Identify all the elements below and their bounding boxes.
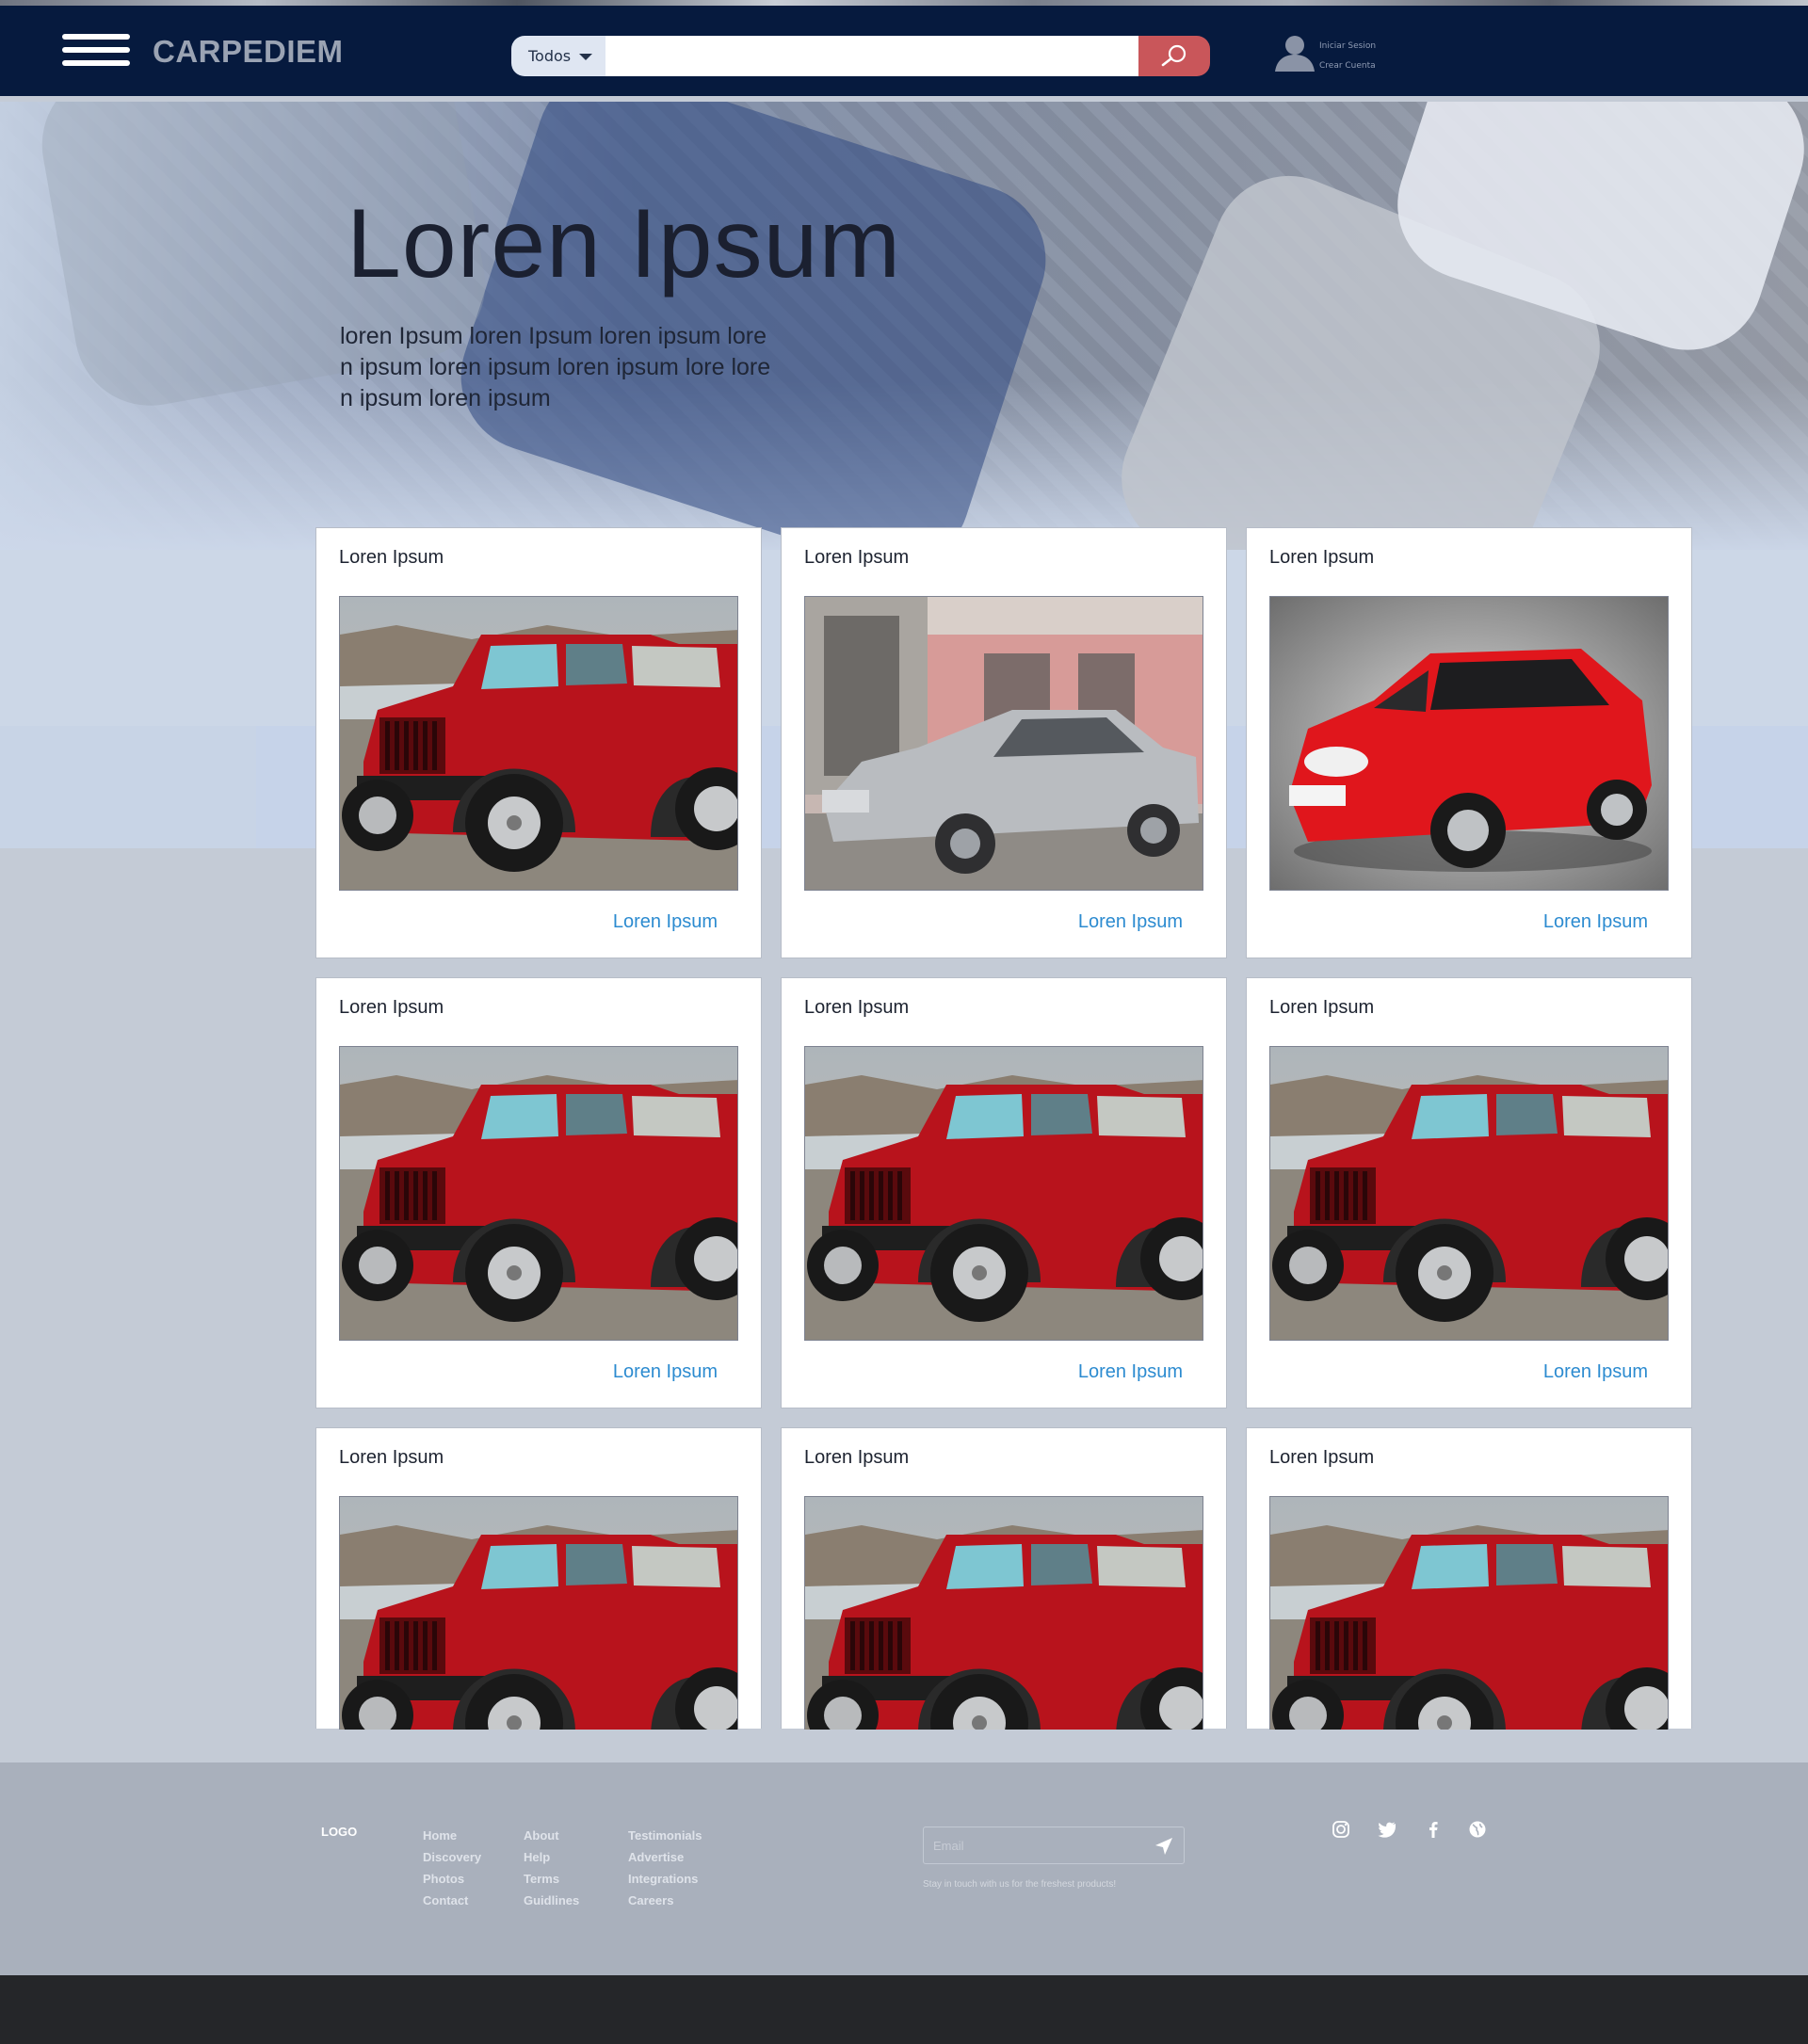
footer-link-contact[interactable]: Contact (423, 1890, 481, 1911)
footer-link-advertise[interactable]: Advertise (628, 1846, 702, 1868)
car-card[interactable]: Loren Ipsum (1246, 1427, 1692, 1730)
car-image-red-jeep[interactable] (339, 1046, 738, 1341)
footer-logo[interactable]: LOGO (321, 1825, 357, 1839)
car-card[interactable]: Loren Ipsum (315, 1427, 762, 1730)
hero-title: Loren Ipsum (347, 189, 902, 298)
footer-link-careers[interactable]: Careers (628, 1890, 702, 1911)
account-links: Iniciar Sesion Crear Cuenta (1319, 37, 1376, 76)
card-title: Loren Ipsum (1269, 547, 1375, 568)
car-image-red-jeep[interactable] (804, 1046, 1203, 1341)
car-card[interactable]: Loren Ipsum Loren Ipsum (1246, 527, 1692, 958)
footer-column-1: Home Discovery Photos Contact (423, 1825, 481, 1911)
search-input[interactable] (605, 36, 1138, 76)
send-icon[interactable] (1154, 1836, 1174, 1857)
footer-link-home[interactable]: Home (423, 1825, 481, 1846)
search-category-label: Todos (528, 47, 572, 65)
car-image-red-jeep[interactable] (1269, 1496, 1669, 1730)
card-title: Loren Ipsum (804, 997, 910, 1018)
card-link[interactable]: Loren Ipsum (1543, 911, 1648, 933)
card-title: Loren Ipsum (1269, 1447, 1375, 1468)
card-title: Loren Ipsum (804, 547, 910, 568)
chevron-down-icon (579, 54, 592, 60)
header: CARPEDIEM Todos Iniciar Sesion Crear Cue… (0, 6, 1808, 96)
card-link[interactable]: Loren Ipsum (613, 911, 718, 933)
card-link[interactable]: Loren Ipsum (1543, 1361, 1648, 1383)
card-link[interactable]: Loren Ipsum (1078, 1361, 1183, 1383)
car-image-red-jeep[interactable] (339, 596, 738, 891)
card-link[interactable]: Loren Ipsum (613, 1361, 718, 1383)
facebook-icon[interactable] (1423, 1819, 1444, 1840)
login-link[interactable]: Iniciar Sesion (1319, 37, 1376, 56)
card-title: Loren Ipsum (339, 1447, 444, 1468)
globe-icon[interactable] (1467, 1819, 1488, 1840)
email-field[interactable] (931, 1833, 1138, 1858)
footer-link-integrations[interactable]: Integrations (628, 1868, 702, 1890)
footer-link-about[interactable]: About (524, 1825, 579, 1846)
bottom-bar (0, 1975, 1808, 2044)
car-card[interactable]: Loren Ipsum Loren Ipsum (315, 527, 762, 958)
user-icon[interactable] (1273, 34, 1316, 72)
car-card[interactable]: Loren Ipsum Loren Ipsum (781, 977, 1227, 1408)
footer-column-2: About Help Terms Guidlines (524, 1825, 579, 1911)
card-title: Loren Ipsum (339, 997, 444, 1018)
footer-link-discovery[interactable]: Discovery (423, 1846, 481, 1868)
instagram-icon[interactable] (1331, 1819, 1351, 1840)
search-button[interactable] (1138, 36, 1210, 76)
create-account-link[interactable]: Crear Cuenta (1319, 56, 1376, 76)
brand-logo[interactable]: CARPEDIEM (153, 34, 344, 70)
footer-link-testimonials[interactable]: Testimonials (628, 1825, 702, 1846)
search-category-select[interactable]: Todos (511, 36, 605, 76)
footer: LOGO Home Discovery Photos Contact About… (0, 1762, 1808, 1975)
newsletter-tagline: Stay in touch with us for the freshest p… (923, 1879, 1117, 1890)
card-title: Loren Ipsum (339, 547, 444, 568)
footer-link-photos[interactable]: Photos (423, 1868, 481, 1890)
footer-link-help[interactable]: Help (524, 1846, 579, 1868)
footer-link-terms[interactable]: Terms (524, 1868, 579, 1890)
car-card[interactable]: Loren Ipsum Loren Ipsum (315, 977, 762, 1408)
search-icon (1161, 44, 1186, 67)
search-bar: Todos (511, 36, 1210, 76)
menu-icon[interactable] (62, 34, 130, 66)
card-title: Loren Ipsum (804, 1447, 910, 1468)
footer-column-3: Testimonials Advertise Integrations Care… (628, 1825, 702, 1911)
newsletter-form (923, 1827, 1185, 1864)
footer-link-guidelines[interactable]: Guidlines (524, 1890, 579, 1911)
car-card[interactable]: Loren Ipsum (781, 1427, 1227, 1730)
car-image-red-jeep[interactable] (339, 1496, 738, 1730)
car-card[interactable]: Loren Ipsum Loren Ipsum (1246, 977, 1692, 1408)
car-image-red-jeep[interactable] (804, 1496, 1203, 1730)
car-image-red-jeep[interactable] (1269, 1046, 1669, 1341)
car-image-red-hatchback[interactable] (1269, 596, 1669, 891)
hero-banner: Loren Ipsum loren Ipsum loren Ipsum lore… (0, 102, 1808, 550)
car-card[interactable]: Loren Ipsum Loren Ipsum (781, 527, 1227, 958)
card-link[interactable]: Loren Ipsum (1078, 911, 1183, 933)
car-image-silver-sedan[interactable] (804, 596, 1203, 891)
background-band-left (0, 726, 256, 848)
card-title: Loren Ipsum (1269, 997, 1375, 1018)
hero-text: loren Ipsum loren Ipsum loren ipsum lore… (340, 323, 771, 411)
twitter-icon[interactable] (1377, 1819, 1397, 1840)
